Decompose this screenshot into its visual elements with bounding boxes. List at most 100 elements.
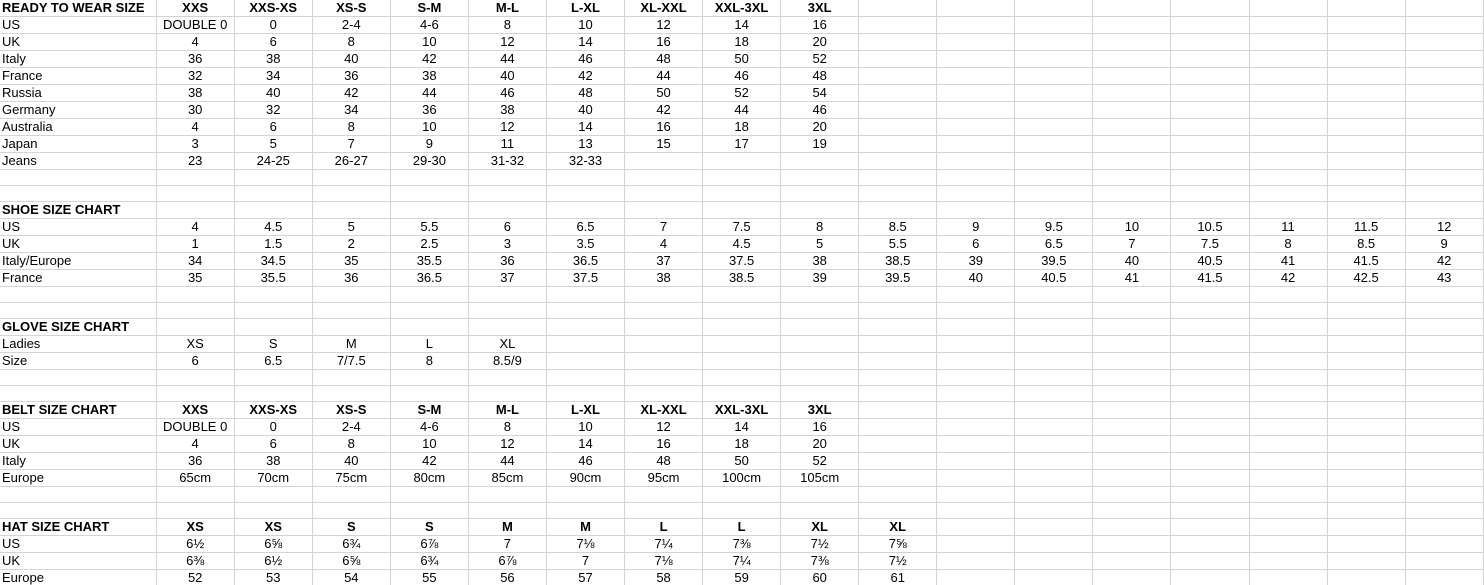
section-title-belt[interactable]: BELT SIZE CHART [0, 401, 157, 419]
header-empty-cell[interactable] [156, 201, 235, 219]
data-empty-cell[interactable] [1405, 435, 1484, 453]
data-empty-cell[interactable] [1092, 50, 1172, 68]
header-empty-cell[interactable] [1327, 401, 1406, 419]
data-empty-cell[interactable] [858, 118, 938, 136]
spacer-empty-cell[interactable] [468, 385, 547, 402]
data-empty-cell[interactable] [1014, 435, 1094, 453]
header-empty-cell[interactable] [1327, 0, 1406, 17]
data-cell[interactable]: 60 [780, 569, 860, 585]
data-empty-cell[interactable] [1327, 33, 1406, 51]
column-header-belt[interactable]: M-L [468, 401, 547, 419]
data-cell[interactable]: 65cm [156, 469, 235, 487]
data-cell[interactable]: 48 [780, 67, 860, 85]
spacer-empty-cell[interactable] [624, 486, 704, 503]
data-cell[interactable]: XS [156, 335, 235, 353]
spacer-empty-cell[interactable] [780, 302, 860, 319]
data-cell[interactable]: 4 [156, 435, 235, 453]
data-empty-cell[interactable] [1092, 569, 1172, 585]
data-cell[interactable]: 9 [936, 218, 1016, 236]
data-cell[interactable]: 56 [468, 569, 547, 585]
spacer-empty-cell[interactable] [1327, 385, 1406, 402]
data-cell[interactable]: 44 [468, 50, 547, 68]
data-cell[interactable]: 52 [156, 569, 235, 585]
data-cell[interactable]: 40 [312, 452, 391, 470]
data-cell[interactable]: 42 [1405, 252, 1484, 270]
header-empty-cell[interactable] [702, 201, 782, 219]
data-empty-cell[interactable] [936, 67, 1016, 85]
spacer-empty-cell[interactable] [390, 486, 469, 503]
data-empty-cell[interactable] [1249, 16, 1328, 34]
header-empty-cell[interactable] [1170, 201, 1250, 219]
data-empty-cell[interactable] [624, 352, 704, 370]
spacer-empty-cell[interactable] [624, 185, 704, 202]
data-cell[interactable]: 10 [546, 418, 626, 436]
column-header-hat[interactable]: L [624, 518, 704, 536]
column-header-hat[interactable]: S [390, 518, 469, 536]
spacer-empty-cell[interactable] [1170, 486, 1250, 503]
header-empty-cell[interactable] [624, 318, 704, 336]
column-header-ready-to-wear[interactable]: XXS [156, 0, 235, 17]
data-empty-cell[interactable] [1092, 435, 1172, 453]
data-cell[interactable]: DOUBLE 0 [156, 16, 235, 34]
data-cell[interactable]: 7⅛ [624, 552, 704, 570]
row-label-shoe[interactable]: US [0, 218, 157, 236]
data-empty-cell[interactable] [1405, 335, 1484, 353]
spacer-empty-cell[interactable] [468, 369, 547, 386]
spacer-empty-cell[interactable] [234, 286, 313, 303]
data-cell[interactable]: XL [468, 335, 547, 353]
data-cell[interactable]: 55 [390, 569, 469, 585]
spacer-empty-cell[interactable] [1249, 302, 1328, 319]
row-label-belt[interactable]: US [0, 418, 157, 436]
spacer-empty-cell[interactable] [1405, 185, 1484, 202]
header-empty-cell[interactable] [390, 201, 469, 219]
header-empty-cell[interactable] [1405, 201, 1484, 219]
data-cell[interactable]: 38 [468, 101, 547, 119]
data-cell[interactable]: 10 [1092, 218, 1172, 236]
spacer-empty-cell[interactable] [1405, 369, 1484, 386]
header-empty-cell[interactable] [1327, 201, 1406, 219]
data-empty-cell[interactable] [1092, 118, 1172, 136]
spacer-empty-cell[interactable] [312, 369, 391, 386]
spacer-empty-cell[interactable] [390, 502, 469, 519]
data-empty-cell[interactable] [1170, 135, 1250, 153]
data-cell[interactable]: 24-25 [234, 152, 313, 170]
data-cell[interactable]: 48 [624, 50, 704, 68]
data-cell[interactable]: 34 [156, 252, 235, 270]
data-cell[interactable]: 6 [234, 118, 313, 136]
data-cell[interactable]: 14 [702, 418, 782, 436]
data-cell[interactable]: 37.5 [546, 269, 626, 287]
data-cell[interactable]: 4-6 [390, 16, 469, 34]
data-cell[interactable]: 6 [156, 352, 235, 370]
spacer-empty-cell[interactable] [780, 169, 860, 186]
data-empty-cell[interactable] [546, 352, 626, 370]
data-cell[interactable]: 9 [1405, 235, 1484, 253]
header-empty-cell[interactable] [1092, 401, 1172, 419]
header-empty-cell[interactable] [1014, 0, 1094, 17]
data-empty-cell[interactable] [1170, 418, 1250, 436]
row-label-ready-to-wear[interactable]: US [0, 16, 157, 34]
data-cell[interactable]: 8.5/9 [468, 352, 547, 370]
data-cell[interactable]: 3 [156, 135, 235, 153]
data-cell[interactable]: 39 [936, 252, 1016, 270]
data-empty-cell[interactable] [1249, 352, 1328, 370]
data-empty-cell[interactable] [1405, 84, 1484, 102]
header-empty-cell[interactable] [1405, 0, 1484, 17]
data-empty-cell[interactable] [1405, 352, 1484, 370]
data-cell[interactable]: 80cm [390, 469, 469, 487]
data-cell[interactable]: 95cm [624, 469, 704, 487]
data-cell[interactable]: 8 [390, 352, 469, 370]
data-cell[interactable]: 42 [390, 50, 469, 68]
data-empty-cell[interactable] [780, 335, 860, 353]
data-empty-cell[interactable] [858, 101, 938, 119]
data-cell[interactable]: 36 [468, 252, 547, 270]
data-cell[interactable]: 38.5 [858, 252, 938, 270]
data-cell[interactable]: 8.5 [1327, 235, 1406, 253]
spacer-empty-cell[interactable] [936, 385, 1016, 402]
spacer-empty-cell[interactable] [702, 369, 782, 386]
spacer-empty-cell[interactable] [312, 286, 391, 303]
spacer-empty-cell[interactable] [858, 302, 938, 319]
data-cell[interactable]: 7.5 [1170, 235, 1250, 253]
header-empty-cell[interactable] [936, 0, 1016, 17]
data-cell[interactable]: 42.5 [1327, 269, 1406, 287]
column-header-hat[interactable]: M [546, 518, 626, 536]
